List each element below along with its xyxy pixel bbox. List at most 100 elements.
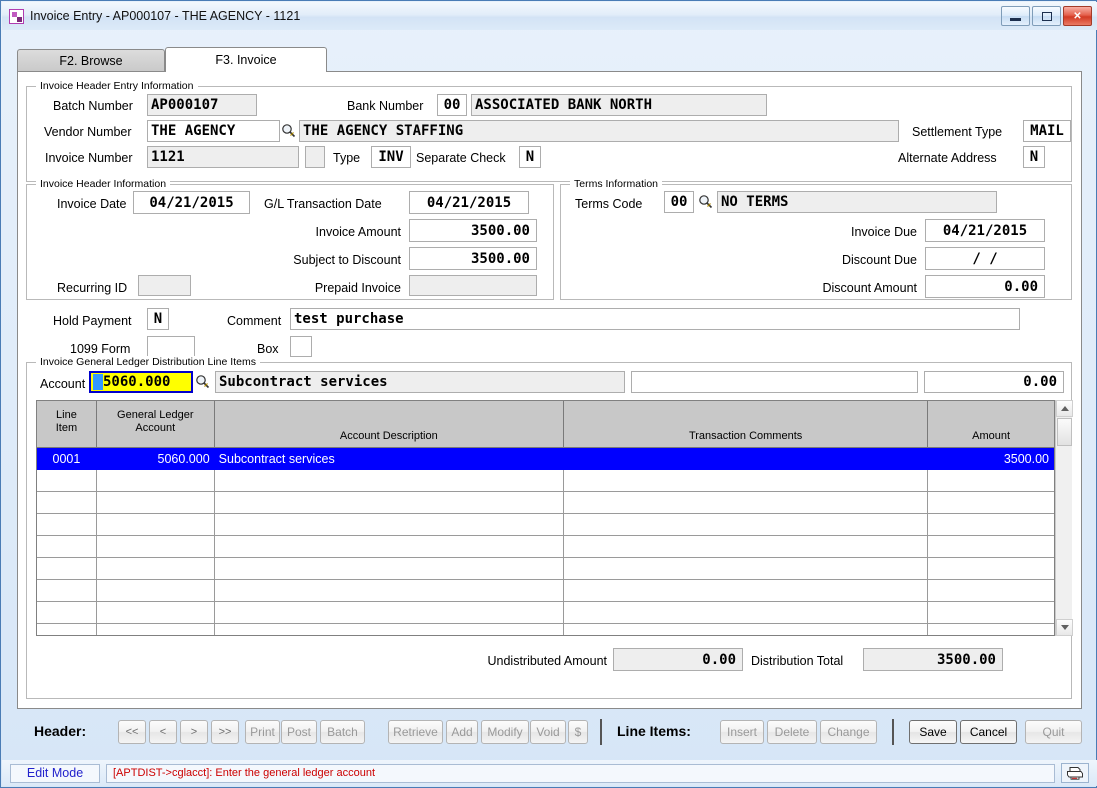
field-type[interactable]: INV	[371, 146, 411, 168]
group-legend-header-info: Invoice Header Information	[36, 178, 170, 190]
modify-button[interactable]: Modify	[481, 720, 529, 744]
maximize-icon	[1042, 12, 1052, 21]
field-account[interactable]: 5060.000	[89, 371, 193, 393]
col-header-line-item-l2: Item	[56, 422, 77, 435]
print-button[interactable]: Print	[245, 720, 280, 744]
add-button[interactable]: Add	[446, 720, 478, 744]
save-button[interactable]: Save	[909, 720, 957, 744]
table-cell-transaction-comments	[564, 602, 928, 623]
table-row[interactable]: 00015060.000Subcontract services3500.00	[37, 448, 1054, 470]
void-button[interactable]: Void	[530, 720, 566, 744]
field-prepaid-invoice[interactable]	[409, 275, 537, 296]
table-cell-line-item	[37, 470, 97, 491]
group-legend-distribution: Invoice General Ledger Distribution Line…	[36, 356, 260, 368]
dollar-button[interactable]: $	[568, 720, 588, 744]
label-bank-number: Bank Number	[347, 99, 423, 113]
table-row[interactable]	[37, 558, 1054, 580]
terms-lookup-icon[interactable]	[697, 192, 714, 210]
table-row[interactable]	[37, 514, 1054, 536]
table-row[interactable]	[37, 536, 1054, 558]
field-invoice-number[interactable]: 1121	[147, 146, 299, 168]
table-cell-account-description	[215, 492, 564, 513]
cancel-button[interactable]: Cancel	[960, 720, 1017, 744]
field-account-text: 5060.000	[103, 374, 170, 390]
label-terms-code: Terms Code	[575, 197, 642, 211]
print-icon-button[interactable]	[1061, 763, 1089, 783]
field-terms-code[interactable]: 00	[664, 191, 694, 213]
field-box[interactable]	[290, 336, 312, 357]
table-row[interactable]	[37, 470, 1054, 492]
table-cell-transaction-comments	[564, 558, 928, 579]
table-cell-line-item	[37, 558, 97, 579]
field-invoice-due[interactable]: 04/21/2015	[925, 219, 1045, 242]
label-invoice-date: Invoice Date	[57, 197, 126, 211]
scrollbar-thumb[interactable]	[1057, 418, 1072, 446]
label-invoice-due: Invoice Due	[811, 225, 917, 239]
delete-button[interactable]: Delete	[767, 720, 817, 744]
field-discount-amount[interactable]: 0.00	[925, 275, 1045, 298]
field-bank-number[interactable]: 00	[437, 94, 467, 116]
table-row[interactable]	[37, 624, 1054, 636]
close-button[interactable]: ✕	[1063, 6, 1092, 26]
field-account-comment[interactable]	[631, 371, 918, 393]
scroll-down-button[interactable]	[1056, 619, 1073, 636]
tab-invoice[interactable]: F3. Invoice	[165, 47, 327, 72]
field-vendor-number[interactable]: THE AGENCY	[147, 120, 280, 142]
field-separate-check[interactable]: N	[519, 146, 541, 168]
field-batch-number[interactable]: AP000107	[147, 94, 257, 116]
field-invoice-number-suffix[interactable]	[305, 146, 325, 168]
maximize-button[interactable]	[1032, 6, 1061, 26]
nav-first-button[interactable]: <<	[118, 720, 146, 744]
toolbar-line-items-group-label: Line Items:	[617, 723, 691, 739]
table-cell-account-description	[215, 624, 564, 636]
table-cell-gl-account	[97, 514, 215, 535]
field-settlement-type[interactable]: MAIL	[1023, 120, 1071, 142]
field-subject-to-discount[interactable]: 3500.00	[409, 247, 537, 270]
table-row[interactable]	[37, 580, 1054, 602]
field-invoice-amount[interactable]: 3500.00	[409, 219, 537, 242]
insert-button[interactable]: Insert	[720, 720, 764, 744]
line-items-grid: Line Item General Ledger Account Account…	[36, 400, 1055, 636]
vendor-lookup-icon[interactable]	[280, 121, 297, 139]
grid-body: 00015060.000Subcontract services3500.00	[37, 448, 1054, 636]
label-invoice-number: Invoice Number	[45, 151, 133, 165]
field-1099-form[interactable]	[147, 336, 195, 357]
field-comment[interactable]: test purchase	[290, 308, 1020, 330]
change-button[interactable]: Change	[820, 720, 877, 744]
post-button[interactable]: Post	[281, 720, 317, 744]
table-row[interactable]	[37, 602, 1054, 624]
table-cell-gl-account	[97, 602, 215, 623]
retrieve-button[interactable]: Retrieve	[388, 720, 443, 744]
nav-prev-button[interactable]: <	[149, 720, 177, 744]
scroll-up-button[interactable]	[1056, 400, 1073, 417]
chevron-down-icon	[1061, 625, 1069, 630]
table-cell-transaction-comments	[564, 492, 928, 513]
account-lookup-icon[interactable]	[194, 372, 211, 390]
grid-header-row: Line Item General Ledger Account Account…	[37, 401, 1054, 448]
table-cell-transaction-comments	[564, 580, 928, 601]
batch-button[interactable]: Batch	[320, 720, 365, 744]
field-alternate-address[interactable]: N	[1023, 146, 1045, 168]
field-discount-due[interactable]: / /	[925, 247, 1045, 270]
nav-next-button[interactable]: >	[180, 720, 208, 744]
table-cell-account-description	[215, 470, 564, 491]
field-invoice-date[interactable]: 04/21/2015	[133, 191, 250, 214]
field-hold-payment[interactable]: N	[147, 308, 169, 330]
nav-last-button[interactable]: >>	[211, 720, 239, 744]
table-cell-transaction-comments	[564, 448, 928, 469]
minimize-button[interactable]	[1001, 6, 1030, 26]
grid-vertical-scrollbar[interactable]	[1055, 400, 1072, 636]
table-cell-line-item: 0001	[37, 448, 97, 469]
col-header-gl-account-l1: General Ledger	[117, 409, 193, 422]
quit-button[interactable]: Quit	[1025, 720, 1082, 744]
field-undistributed-amount: 0.00	[613, 648, 743, 671]
field-recurring-id[interactable]	[138, 275, 191, 296]
field-gl-transaction-date[interactable]: 04/21/2015	[409, 191, 529, 214]
tab-browse[interactable]: F2. Browse	[17, 49, 165, 72]
table-cell-gl-account	[97, 536, 215, 557]
col-header-account-description: Account Description	[215, 401, 564, 447]
table-cell-transaction-comments	[564, 536, 928, 557]
table-row[interactable]	[37, 492, 1054, 514]
table-cell-account-description	[215, 580, 564, 601]
field-account-amount[interactable]: 0.00	[924, 371, 1064, 393]
